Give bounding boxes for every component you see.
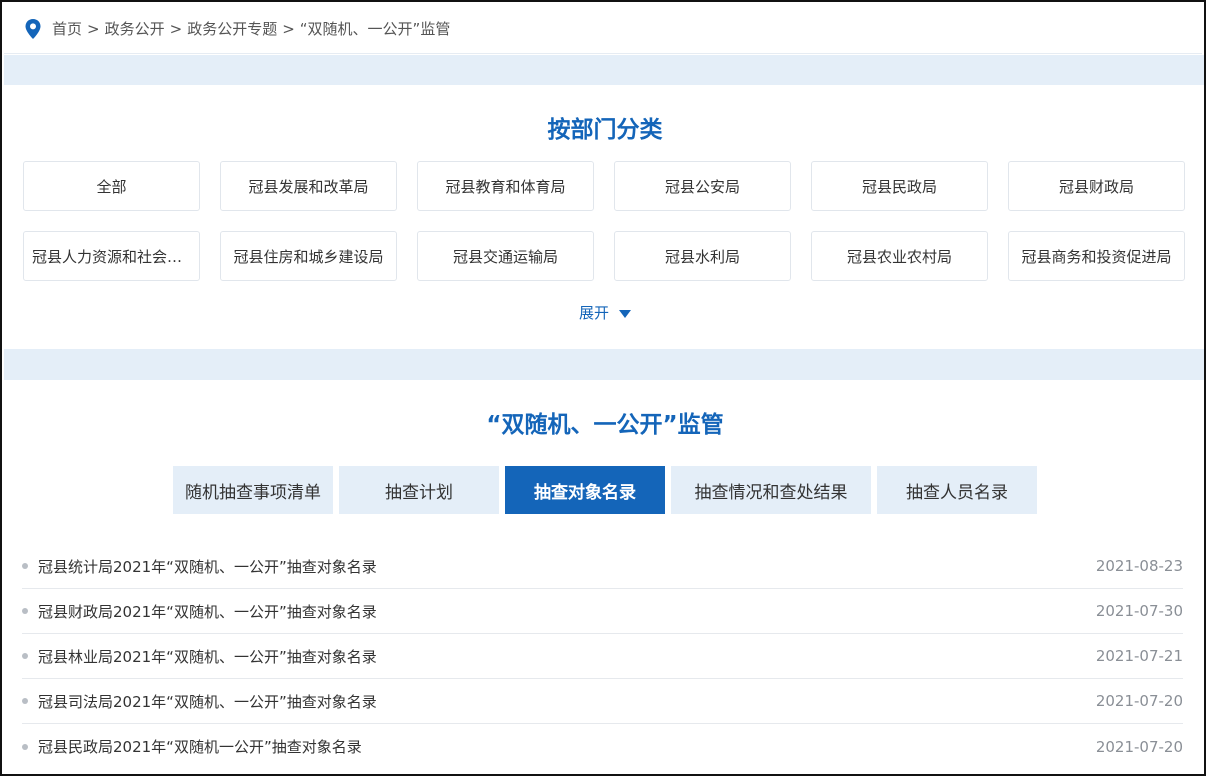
tab-random-check-items[interactable]: 随机抽查事项清单 [173,466,333,514]
tab-label: 抽查计划 [385,482,453,503]
dept-label: 冠县公安局 [664,177,740,196]
dept-button-civil-affairs[interactable]: 冠县民政局 [811,161,988,211]
list-item[interactable]: 冠县司法局2021年“双随机、一公开”抽查对象名录 2021-07-20 [22,679,1183,724]
breadcrumb-separator: > [87,19,100,38]
tab-bar: 随机抽查事项清单 抽查计划 抽查对象名录 抽查情况和查处结果 抽查人员名录 [2,466,1204,514]
dept-button-transport[interactable]: 冠县交通运输局 [417,231,594,281]
dept-button-agriculture[interactable]: 冠县农业农村局 [811,231,988,281]
dot-icon [22,653,28,659]
dept-button-public-security[interactable]: 冠县公安局 [614,161,791,211]
breadcrumb-separator: > [169,19,183,38]
list-item-date: 2021-07-30 [1095,602,1183,620]
dept-label: 冠县水利局 [664,247,740,266]
breadcrumb-gov-open[interactable]: 政务公开 [105,18,165,39]
tab-label: 抽查人员名录 [906,482,1008,503]
dept-label: 冠县人力资源和社会保障局 [32,247,191,266]
tab-check-object-list[interactable]: 抽查对象名录 [505,466,665,514]
tab-inspector-list[interactable]: 抽查人员名录 [877,466,1037,514]
tab-check-plan[interactable]: 抽查计划 [339,466,499,514]
list-item[interactable]: 冠县财政局2021年“双随机、一公开”抽查对象名录 2021-07-30 [22,589,1183,634]
tab-check-results[interactable]: 抽查情况和查处结果 [671,466,871,514]
dept-label: 冠县交通运输局 [452,247,558,266]
dept-button-housing-construction[interactable]: 冠县住房和城乡建设局 [220,231,397,281]
dept-button-water[interactable]: 冠县水利局 [614,231,791,281]
dept-button-finance[interactable]: 冠县财政局 [1008,161,1185,211]
list-item-title: 冠县林业局2021年“双随机、一公开”抽查对象名录 [38,647,377,666]
dept-grid: 全部 冠县发展和改革局 冠县教育和体育局 冠县公安局 冠县民政局 冠县财政局 冠… [23,161,1185,281]
breadcrumb-gov-open-topic[interactable]: 政务公开专题 [187,18,277,39]
dot-icon [22,608,28,614]
tab-label: 抽查情况和查处结果 [694,482,848,503]
list-item[interactable]: 冠县林业局2021年“双随机、一公开”抽查对象名录 2021-07-21 [22,634,1183,679]
list-item-title: 冠县司法局2021年“双随机、一公开”抽查对象名录 [38,692,377,711]
dept-label: 全部 [96,177,127,196]
triangle-down-icon [619,309,631,318]
list-item-date: 2021-07-20 [1095,737,1183,756]
list-item-date: 2021-08-23 [1095,557,1183,575]
list-item-date: 2021-07-20 [1095,692,1183,710]
dot-icon [22,698,28,704]
list-item[interactable]: 冠县民政局2021年“双随机一公开”抽查对象名录 2021-07-20 [22,724,1183,769]
supervision-section-title: “双随机、一公开”监管 [486,412,724,438]
breadcrumb-separator: > [282,19,295,38]
dept-button-education-sports[interactable]: 冠县教育和体育局 [417,161,594,211]
dept-label: 冠县住房和城乡建设局 [233,247,384,266]
dept-label: 冠县教育和体育局 [445,177,566,196]
section-divider [4,55,1204,85]
dept-label: 冠县商务和投资促进局 [1021,247,1172,266]
article-list: 冠县统计局2021年“双随机、一公开”抽查对象名录 2021-08-23 冠县财… [22,544,1183,769]
dot-icon [22,563,28,569]
list-item-title: 冠县民政局2021年“双随机一公开”抽查对象名录 [38,738,362,756]
dept-label: 冠县农业农村局 [846,247,952,266]
dept-label: 冠县财政局 [1058,177,1134,196]
dept-button-development-reform[interactable]: 冠县发展和改革局 [220,161,397,211]
location-pin-icon [22,17,44,41]
tab-label: 随机抽查事项清单 [185,482,321,503]
section-divider [4,349,1204,380]
tab-label: 抽查对象名录 [534,482,636,503]
list-item[interactable]: 冠县统计局2021年“双随机、一公开”抽查对象名录 2021-08-23 [22,544,1183,589]
dept-section-title: 按部门分类 [547,117,663,143]
list-item-title: 冠县统计局2021年“双随机、一公开”抽查对象名录 [38,557,377,576]
dot-icon [22,743,28,750]
breadcrumb-current: “双随机、一公开”监管 [299,20,451,38]
dept-label: 冠县发展和改革局 [248,177,369,196]
breadcrumb-home[interactable]: 首页 [52,18,82,39]
page-frame: 首页 > 政务公开 > 政务公开专题 > “双随机、一公开”监管 按部门分类 全… [0,0,1206,776]
breadcrumb: 首页 > 政务公开 > 政务公开专题 > “双随机、一公开”监管 [4,4,1202,54]
dept-button-human-resources[interactable]: 冠县人力资源和社会保障局 [23,231,200,281]
expand-label: 展开 [578,304,609,322]
dept-button-commerce[interactable]: 冠县商务和投资促进局 [1008,231,1185,281]
list-item-date: 2021-07-21 [1095,647,1183,665]
expand-button[interactable]: 展开 [2,302,1204,323]
list-item-title: 冠县财政局2021年“双随机、一公开”抽查对象名录 [38,602,377,621]
dept-button-all[interactable]: 全部 [23,161,200,211]
dept-label: 冠县民政局 [861,177,937,196]
